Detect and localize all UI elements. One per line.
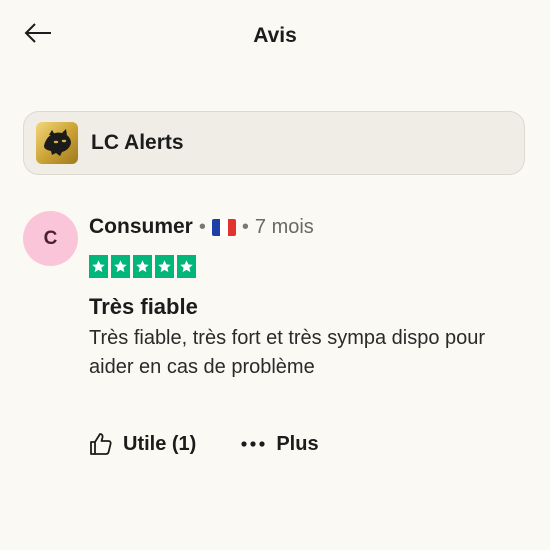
review-body: Très fiable, très fort et très sympa dis… [89,327,486,378]
avatar: C [23,211,78,266]
star-rating [89,255,196,278]
star-icon [133,255,152,278]
review-title: Très fiable [89,294,198,319]
more-button[interactable]: Plus [240,432,319,456]
star-icon [89,255,108,278]
more-label: Plus [276,432,319,455]
star-icon [111,255,130,278]
page-title: Avis [253,24,297,47]
company-card[interactable]: LC Alerts [23,111,525,175]
header: Avis [0,0,550,70]
company-name: LC Alerts [91,131,184,154]
useful-button[interactable]: Utile (1) [89,432,196,456]
panther-logo [44,129,71,156]
thumbs-up-icon [90,433,112,455]
useful-label: Utile (1) [123,432,197,455]
review-actions: Utile (1) Plus [89,432,319,456]
review-age: 7 mois [254,215,314,238]
star-icon [177,255,196,278]
company-logo [36,122,78,164]
separator-dot: • [241,215,249,238]
star-icon [155,255,174,278]
separator-dot: • [198,215,206,238]
reviewer-name[interactable]: Consumer [89,215,193,239]
reviewer-meta: Consumer • • 7 mois [89,215,314,239]
ellipsis-icon [241,441,265,447]
france-flag-icon [211,218,236,236]
avatar-initial: C [43,227,58,249]
